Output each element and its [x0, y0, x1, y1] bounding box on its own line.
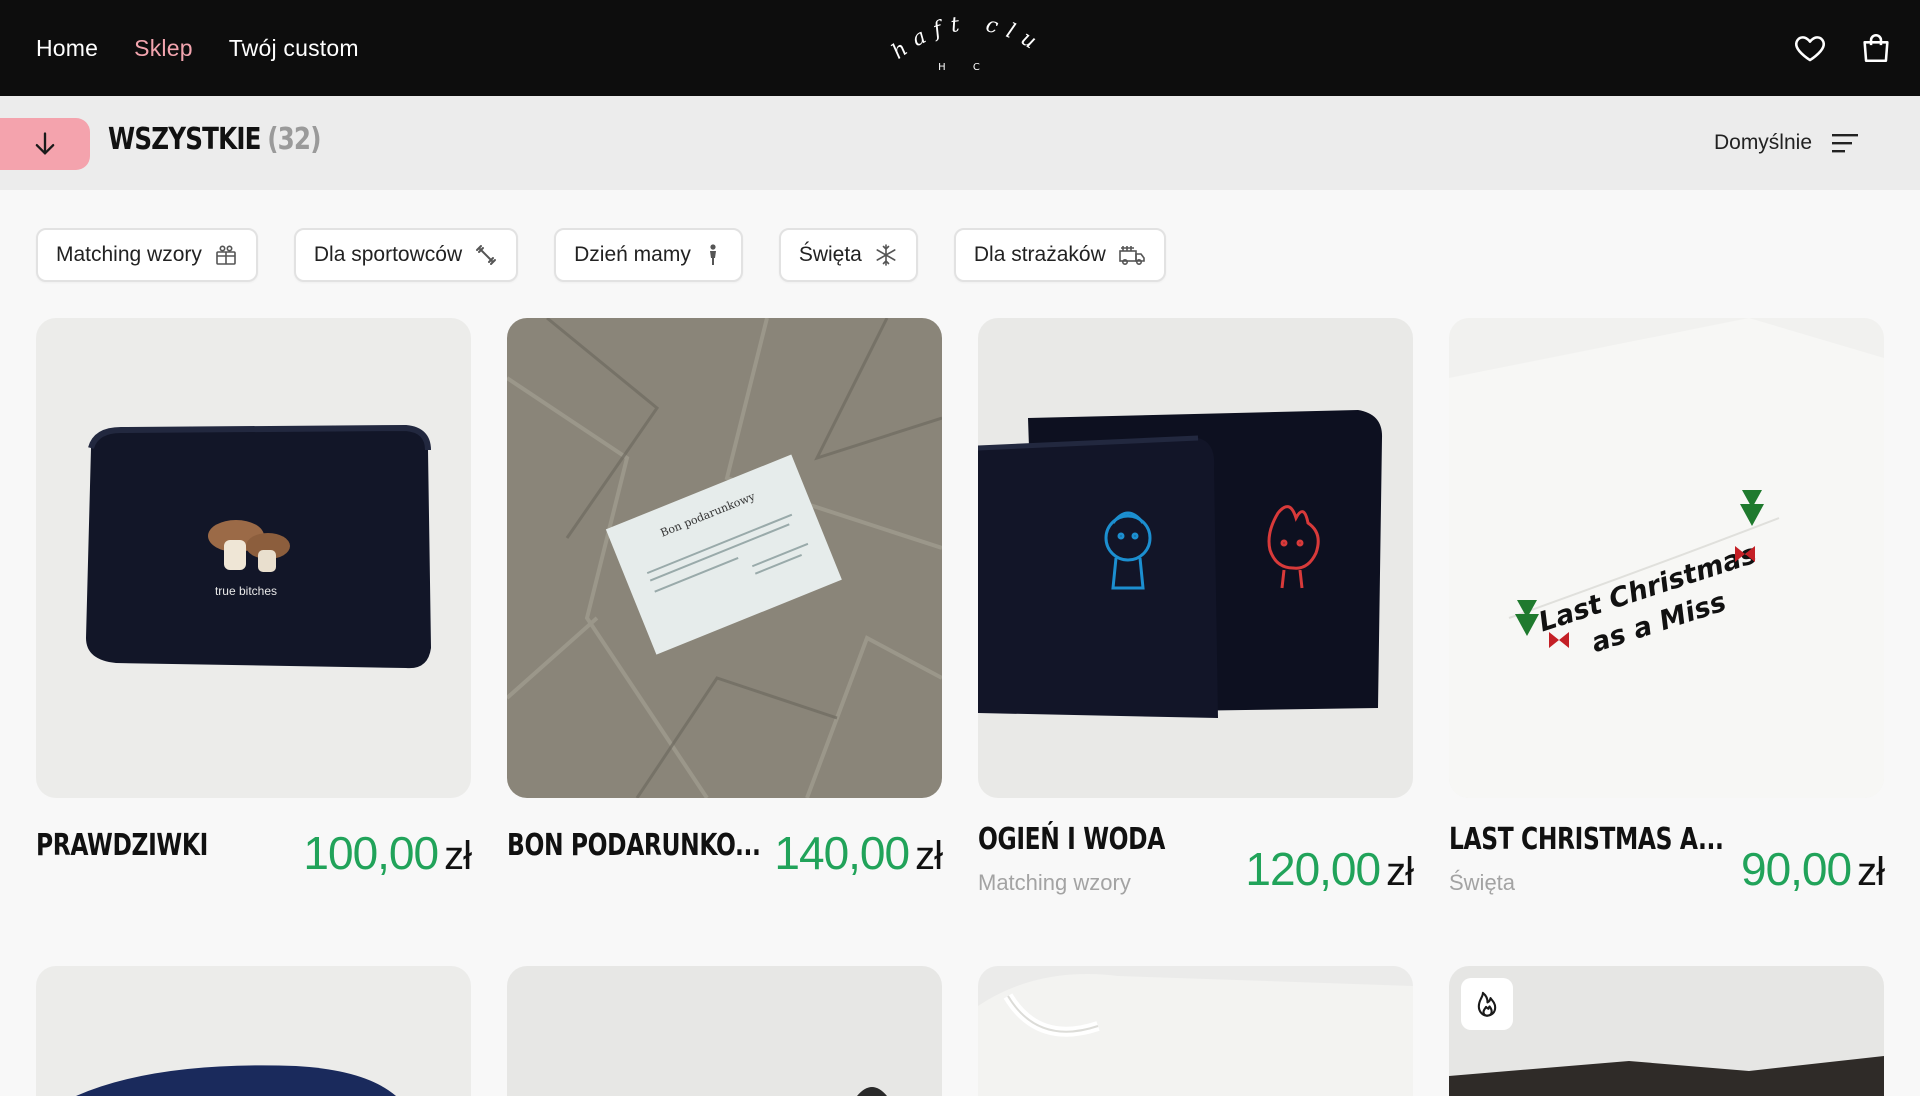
- filter-chip-mothers-day[interactable]: Dzień mamy: [554, 228, 743, 282]
- product-price: 140,00 zł: [774, 826, 943, 880]
- price-currency: zł: [1386, 850, 1414, 894]
- product-category[interactable]: Święta: [1449, 870, 1515, 896]
- product-info: BON PODARUNKO... 140,00 zł: [507, 798, 943, 908]
- price-value: 100,00: [303, 827, 439, 879]
- shopping-bag-icon[interactable]: [1858, 30, 1894, 66]
- product-card[interactable]: Last Christmas as a Miss LAST CHRISTMAS …: [1449, 318, 1885, 908]
- dumbbell-icon: [476, 245, 497, 265]
- filter-chip-holidays[interactable]: Święta: [778, 228, 918, 282]
- product-card[interactable]: [1449, 966, 1884, 1096]
- snowflake-icon: [876, 244, 896, 266]
- category-toggle-button[interactable]: [0, 118, 90, 170]
- filter-chip-firefighters[interactable]: Dla strażaków: [953, 228, 1166, 282]
- product-price: 90,00 zł: [1740, 842, 1885, 896]
- product-name[interactable]: BON PODARUNKO...: [507, 828, 761, 863]
- product-image[interactable]: [36, 966, 471, 1096]
- product-name[interactable]: PRAWDZIWKI: [36, 828, 208, 863]
- product-category[interactable]: Matching wzory: [978, 870, 1131, 896]
- product-price: 100,00 zł: [303, 826, 472, 880]
- product-info: LAST CHRISTMAS A... Święta 90,00 zł: [1449, 798, 1885, 908]
- product-name[interactable]: OGIEŃ I WODA: [978, 822, 1165, 857]
- main-nav: Home Sklep Twój custom: [36, 0, 359, 96]
- price-currency: zł: [1857, 850, 1885, 894]
- fire-truck-icon: [1118, 246, 1145, 265]
- filter-chip-matching[interactable]: Matching wzory: [36, 228, 258, 282]
- filter-label: Matching wzory: [56, 243, 202, 266]
- arrow-down-icon: [35, 132, 55, 155]
- product-card[interactable]: true bitches PRAWDZIWKI 100,00 zł: [36, 318, 472, 908]
- sort-lines-icon: [1832, 134, 1858, 153]
- price-value: 140,00: [774, 827, 910, 879]
- category-bar: WSZYSTKIE (32) Domyślnie: [0, 96, 1920, 190]
- category-count: (32): [267, 122, 321, 157]
- product-image[interactable]: Last Christmas as a Miss: [1449, 318, 1884, 798]
- filter-chip-sport[interactable]: Dla sportowców: [293, 228, 519, 282]
- product-image[interactable]: [507, 966, 942, 1096]
- filter-label: Dla sportowców: [313, 243, 463, 266]
- nav-custom-link[interactable]: Twój custom: [229, 35, 359, 62]
- logo-wordmark: haft club: [880, 10, 1040, 64]
- sort-dropdown[interactable]: Domyślnie: [1714, 96, 1860, 190]
- product-price: 120,00 zł: [1245, 842, 1414, 896]
- product-card[interactable]: [507, 966, 942, 1096]
- svg-text:haft club: haft club: [880, 10, 1049, 64]
- heart-icon[interactable]: [1792, 30, 1828, 66]
- flame-icon: [1477, 991, 1497, 1017]
- filter-chips: Matching wzory Dla sportowców Dzień mamy…: [36, 228, 1166, 282]
- sort-label: Domyślnie: [1713, 131, 1812, 154]
- nav-shop-link[interactable]: Sklep: [134, 35, 193, 62]
- price-currency: zł: [915, 834, 943, 878]
- header-actions: [1792, 0, 1894, 96]
- gift-icon: [216, 245, 236, 265]
- product-card[interactable]: [978, 966, 1413, 1096]
- product-name[interactable]: LAST CHRISTMAS A...: [1449, 822, 1724, 857]
- product-card[interactable]: Bon podarunkowy BON PODARUNKO... 140,00 z…: [507, 318, 943, 908]
- top-navigation-bar: Home Sklep Twój custom haft club H C: [0, 0, 1920, 96]
- product-card[interactable]: [36, 966, 471, 1096]
- product-card[interactable]: OGIEŃ I WODA Matching wzory 120,00 zł: [978, 318, 1414, 908]
- product-image[interactable]: true bitches: [36, 318, 471, 798]
- product-image[interactable]: Bon podarunkowy: [507, 318, 942, 798]
- filter-label: Dla strażaków: [973, 243, 1106, 266]
- price-value: 120,00: [1245, 843, 1381, 895]
- category-heading: WSZYSTKIE (32): [108, 122, 321, 157]
- hot-badge: [1461, 978, 1513, 1030]
- embroidery-text: true bitches: [215, 584, 277, 598]
- price-value: 90,00: [1740, 843, 1852, 895]
- logo-monogram: H C: [938, 62, 992, 73]
- person-icon: [709, 244, 716, 265]
- nav-home-link[interactable]: Home: [36, 35, 98, 62]
- filter-label: Święta: [798, 243, 862, 266]
- haft-club-logo[interactable]: haft club H C: [880, 10, 1050, 86]
- product-image[interactable]: [978, 966, 1413, 1096]
- price-currency: zł: [444, 834, 472, 878]
- product-info: OGIEŃ I WODA Matching wzory 120,00 zł: [978, 798, 1414, 908]
- product-info: PRAWDZIWKI 100,00 zł: [36, 798, 472, 908]
- category-title: WSZYSTKIE: [108, 122, 261, 157]
- product-image[interactable]: [1449, 966, 1884, 1096]
- filter-label: Dzień mamy: [574, 243, 691, 266]
- product-image[interactable]: [978, 318, 1413, 798]
